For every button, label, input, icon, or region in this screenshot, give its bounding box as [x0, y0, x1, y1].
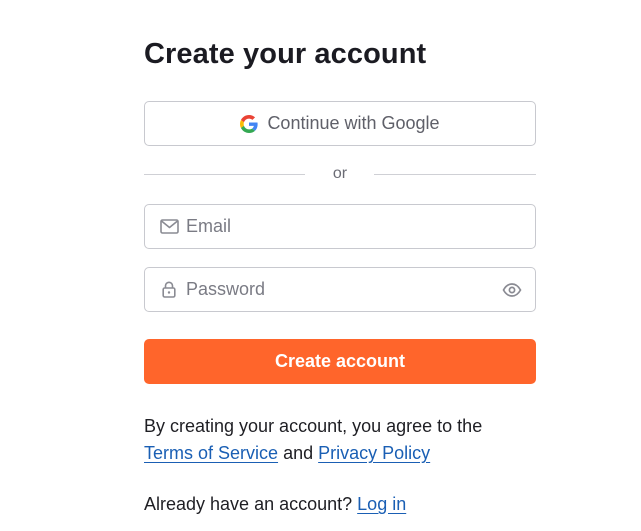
or-divider: or	[144, 164, 536, 184]
lock-icon	[159, 280, 179, 300]
terms-conjunction: and	[283, 443, 314, 463]
privacy-policy-link[interactable]: Privacy Policy	[318, 443, 430, 463]
login-link[interactable]: Log in	[357, 494, 406, 514]
google-g-icon	[240, 114, 259, 133]
continue-with-google-button[interactable]: Continue with Google	[144, 101, 536, 146]
google-button-label: Continue with Google	[267, 113, 440, 133]
terms-prefix: By creating your account, you agree to t…	[144, 416, 483, 436]
password-field[interactable]	[144, 267, 536, 312]
login-prompt: Already have an account? Log in	[144, 494, 406, 515]
mail-icon	[159, 217, 179, 237]
page-title: Create your account	[144, 38, 427, 70]
divider-line-right	[374, 174, 536, 175]
terms-notice: By creating your account, you agree to t…	[144, 413, 536, 467]
eye-icon[interactable]	[502, 280, 522, 300]
login-prompt-text: Already have an account?	[144, 494, 353, 514]
create-account-button[interactable]: Create account	[144, 339, 536, 384]
password-input[interactable]	[186, 279, 486, 300]
terms-of-service-link[interactable]: Terms of Service	[144, 443, 278, 463]
email-field[interactable]	[144, 204, 536, 249]
email-input[interactable]	[186, 216, 486, 237]
